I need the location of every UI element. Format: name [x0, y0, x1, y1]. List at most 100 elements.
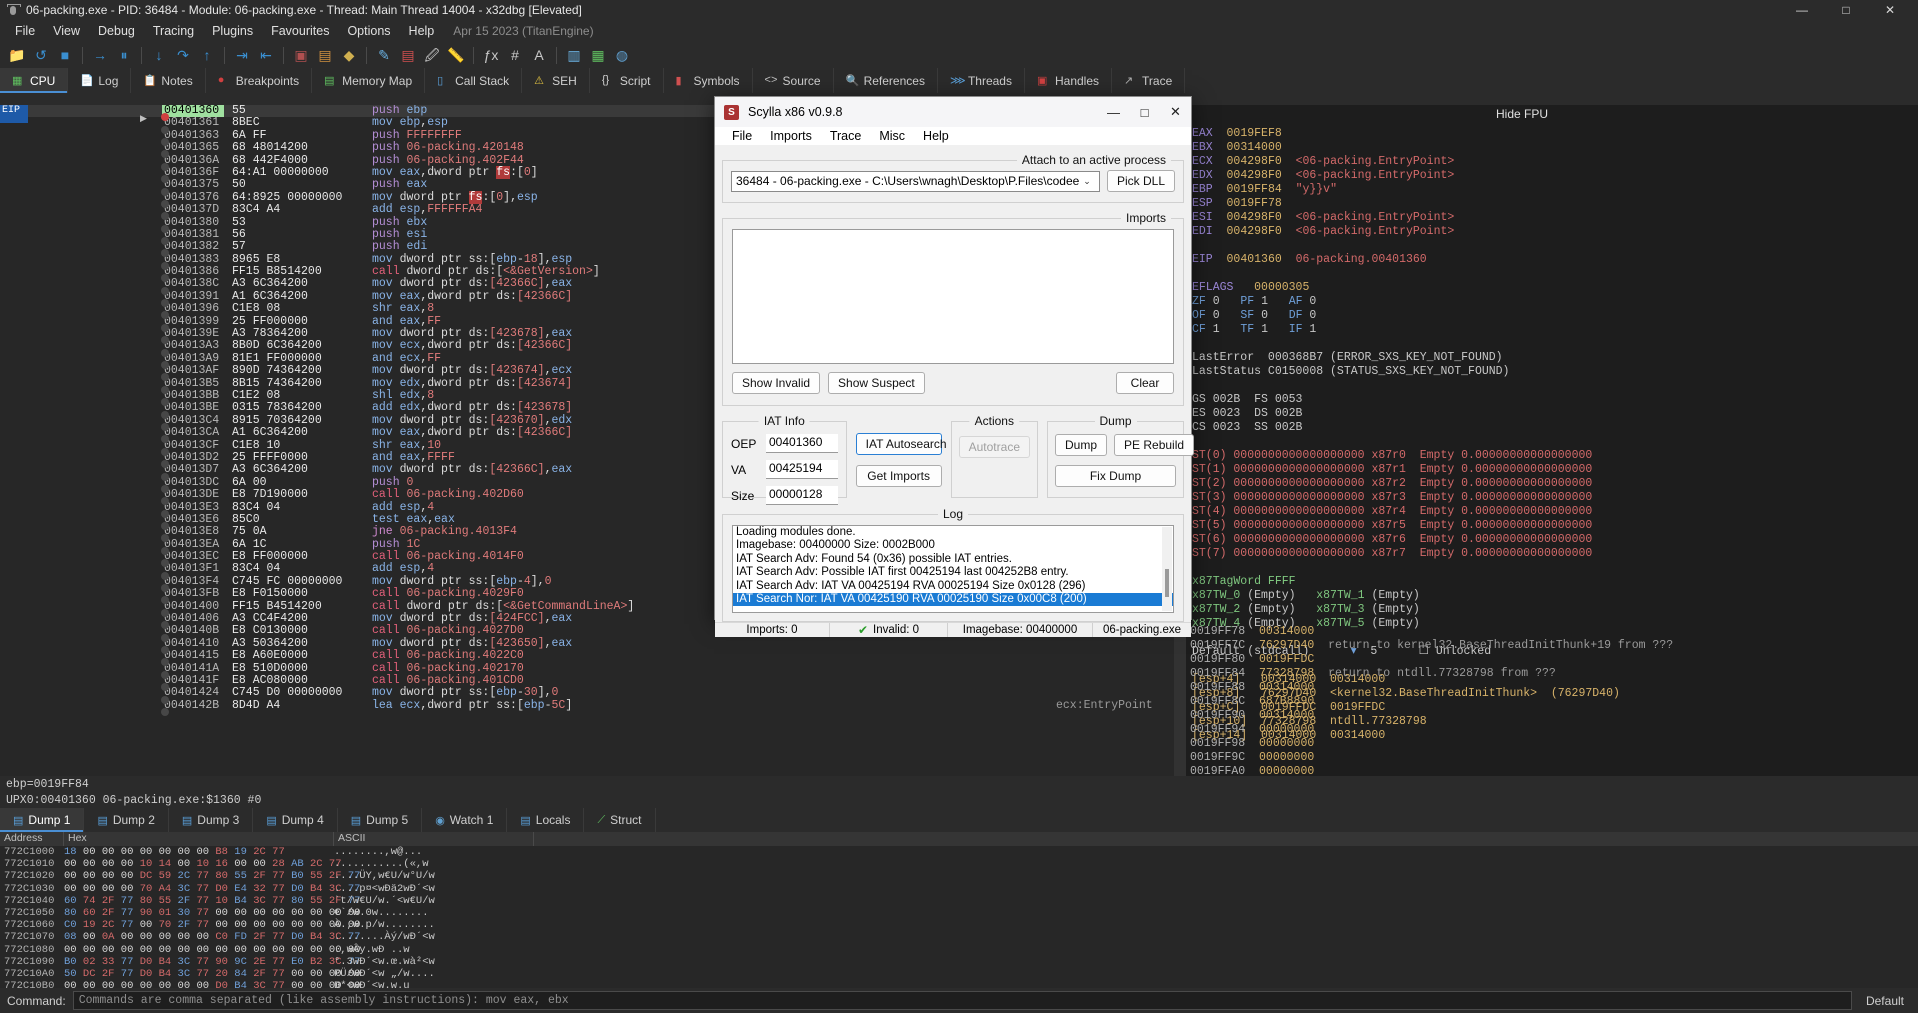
disasm-row[interactable]: 00401424 C745 D0 00000000 mov dword ptr ss… — [0, 686, 1186, 704]
patch-icon[interactable]: 🖉 — [421, 44, 443, 66]
tab-trace[interactable]: ↗ Trace — [1112, 68, 1186, 93]
dump-row[interactable]: 772C1080 00 00 00 00 00 00 00 00 00 00 00… — [0, 944, 1918, 956]
notes-icon[interactable]: ▦ — [587, 44, 609, 66]
stack-row[interactable]: 0019FF9C 00000000 — [1190, 751, 1673, 765]
log-line[interactable]: IAT Search Adv: Found 54 (0x36) possible… — [733, 553, 1173, 566]
hash-icon[interactable]: # — [504, 44, 526, 66]
scylla-minimize-icon[interactable]: — — [1098, 97, 1129, 127]
stack-row[interactable]: 0019FF90 00314000 — [1190, 709, 1673, 723]
scylla-maximize-icon[interactable]: □ — [1129, 97, 1160, 127]
step-out-icon[interactable]: ↑ — [196, 44, 218, 66]
scylla-menu-help[interactable]: Help — [914, 127, 958, 145]
iat-autosearch-button[interactable]: IAT Autosearch — [855, 433, 947, 455]
breakpoint-dot[interactable] — [161, 608, 169, 617]
graph-icon[interactable]: ◍ — [611, 44, 633, 66]
menu-view[interactable]: View — [44, 22, 89, 40]
breakpoint-dot[interactable] — [161, 695, 169, 704]
breakpoint-dot[interactable] — [161, 633, 169, 642]
registers-pane[interactable]: Hide FPU EAX 0019FEF8 EBX 00314000 ECX 004… — [1186, 105, 1918, 776]
stack-row[interactable]: 0019FF80 0019FFDC — [1190, 653, 1673, 667]
log-line[interactable]: IAT Search Adv: IAT VA 00425194 RVA 0002… — [733, 580, 1173, 593]
log-listbox[interactable]: Loading modules done. Imagebase: 00400000… — [732, 525, 1174, 613]
breakpoint-dot[interactable] — [161, 447, 169, 456]
breakpoint-dot[interactable] — [161, 645, 169, 654]
tab-breakpoints[interactable]: ● Breakpoints — [206, 68, 313, 93]
hide-fpu-button[interactable]: Hide FPU — [1496, 107, 1548, 121]
breakpoint-dot[interactable] — [161, 162, 169, 171]
maximize-icon[interactable]: □ — [1824, 0, 1868, 20]
process-combobox[interactable]: 36484 - 06-packing.exe - C:\Users\wnagh\… — [731, 170, 1100, 192]
breakpoint-dot[interactable] — [161, 125, 169, 134]
dump-row[interactable]: 772C1050 80 60 2F 77 90 01 30 77 00 00 00… — [0, 907, 1918, 919]
breakpoint-dot[interactable] — [161, 422, 169, 431]
scylla-menu-misc[interactable]: Misc — [870, 127, 914, 145]
breakpoint-dot[interactable] — [161, 224, 169, 233]
open-icon[interactable]: 📁 — [6, 44, 28, 66]
menu-tracing[interactable]: Tracing — [144, 22, 203, 40]
breakpoint-dot[interactable] — [161, 261, 169, 270]
disasm-row[interactable]: 00401415 E8 A60E0000 call 06-packing.4022C… — [0, 649, 1186, 667]
dump-row[interactable]: 772C1060 C0 19 2C 77 00 70 2F 77 00 00 00… — [0, 919, 1918, 931]
dump-row[interactable]: 772C1000 18 00 00 00 00 00 00 00 B8 19 2C… — [0, 846, 1918, 858]
dump-row[interactable]: 772C1070 08 00 0A 00 00 00 00 00 C0 FD 2F… — [0, 931, 1918, 943]
dump-tab-locals[interactable]: ▤ Locals — [507, 808, 585, 832]
breakpoint-dot[interactable] — [161, 410, 169, 419]
breakpoint-dot[interactable] — [161, 348, 169, 357]
breakpoint-dot[interactable] — [161, 137, 169, 146]
breakpoint-dot[interactable] — [161, 509, 169, 518]
breakpoint-dot[interactable] — [161, 286, 169, 295]
stack-row[interactable]: 0019FF8C 687B8890 — [1190, 695, 1673, 709]
breakpoint-dot[interactable] — [161, 472, 169, 481]
stack-row[interactable]: 0019FF7C 76297D40 return to kernel32.Bas… — [1190, 639, 1673, 653]
command-input[interactable]: Commands are comma separated (like assem… — [72, 991, 1852, 1010]
show-suspect-button[interactable]: Show Suspect — [828, 372, 925, 394]
stack-row[interactable]: 0019FF84 77328798 return to ntdll.773287… — [1190, 667, 1673, 681]
dump-row[interactable]: 772C1040 60 74 2F 77 80 55 2F 77 10 B4 3C… — [0, 895, 1918, 907]
tab-cpu[interactable]: ▦ CPU — [0, 68, 69, 93]
attach-icon[interactable]: ◆ — [338, 44, 360, 66]
oep-input[interactable]: 00401360 — [766, 434, 838, 453]
minimize-icon[interactable]: — — [1780, 0, 1824, 20]
chevron-down-icon[interactable]: ⌄ — [1079, 176, 1095, 187]
log-line[interactable]: IAT Search Nor: IAT VA 00425190 RVA 0002… — [733, 593, 1173, 607]
dump-button[interactable]: Dump — [1055, 434, 1108, 456]
tab-source[interactable]: <> Source — [753, 68, 834, 93]
breakpoint-dot[interactable] — [161, 385, 169, 394]
dump-tab-dump-1[interactable]: ▤ Dump 1 — [0, 808, 85, 832]
breakpoint-dot[interactable] — [161, 361, 169, 369]
show-invalid-button[interactable]: Show Invalid — [732, 372, 821, 394]
close-icon[interactable]: ✕ — [1868, 0, 1912, 20]
breakpoint-dot[interactable] — [161, 323, 169, 332]
stop-icon[interactable]: ■ — [54, 44, 76, 66]
fx-icon[interactable]: ƒx — [480, 44, 502, 66]
breakpoint-dot[interactable] — [161, 707, 169, 716]
breakpoint-dot[interactable] — [161, 584, 169, 593]
log-line[interactable]: IAT Search Adv: Possible IAT first 00425… — [733, 566, 1173, 579]
log-line[interactable]: Loading modules done. — [733, 526, 1173, 539]
dump-row[interactable]: 772C1030 00 00 00 00 70 A4 3C 77 D0 E4 32… — [0, 883, 1918, 895]
fix-dump-button[interactable]: Fix Dump — [1055, 465, 1176, 487]
stack-row[interactable]: 0019FF98 00000000 — [1190, 737, 1673, 751]
step-over-icon[interactable]: ↷ — [172, 44, 194, 66]
autotrace-button[interactable]: Autotrace — [958, 436, 1030, 458]
scylla-close-icon[interactable]: ✕ — [1160, 97, 1191, 127]
trace-over-icon[interactable]: ⇤ — [255, 44, 277, 66]
trace-into-icon[interactable]: ⇥ — [231, 44, 253, 66]
dump-tab-dump-2[interactable]: ▤ Dump 2 — [84, 808, 169, 832]
menu-favourites[interactable]: Favourites — [262, 22, 338, 40]
stack-list[interactable]: 0019FF78 00314000 0019FF7C 76297D40 retur… — [1190, 625, 1673, 776]
font-icon[interactable]: A — [528, 44, 550, 66]
ruler-icon[interactable]: 📏 — [445, 44, 467, 66]
imports-listbox[interactable] — [732, 229, 1174, 364]
pe-rebuild-button[interactable]: PE Rebuild — [1114, 434, 1195, 456]
menu-plugins[interactable]: Plugins — [203, 22, 262, 40]
dump-tab-watch-1[interactable]: ◉ Watch 1 — [422, 808, 508, 832]
calculator-icon[interactable]: ▥ — [563, 44, 585, 66]
dump-row[interactable]: 772C1020 00 00 00 00 DC 59 2C 77 80 55 2F… — [0, 870, 1918, 882]
stack-row[interactable]: 0019FF94 00000000 — [1190, 723, 1673, 737]
menu-file[interactable]: File — [6, 22, 44, 40]
pencil-icon[interactable]: ✎ — [373, 44, 395, 66]
dump-row[interactable]: 772C1010 00 00 00 00 10 14 00 10 16 00 00… — [0, 858, 1918, 870]
size-input[interactable]: 00000128 — [766, 486, 838, 505]
dump-tab-dump-4[interactable]: ▤ Dump 4 — [253, 808, 338, 832]
